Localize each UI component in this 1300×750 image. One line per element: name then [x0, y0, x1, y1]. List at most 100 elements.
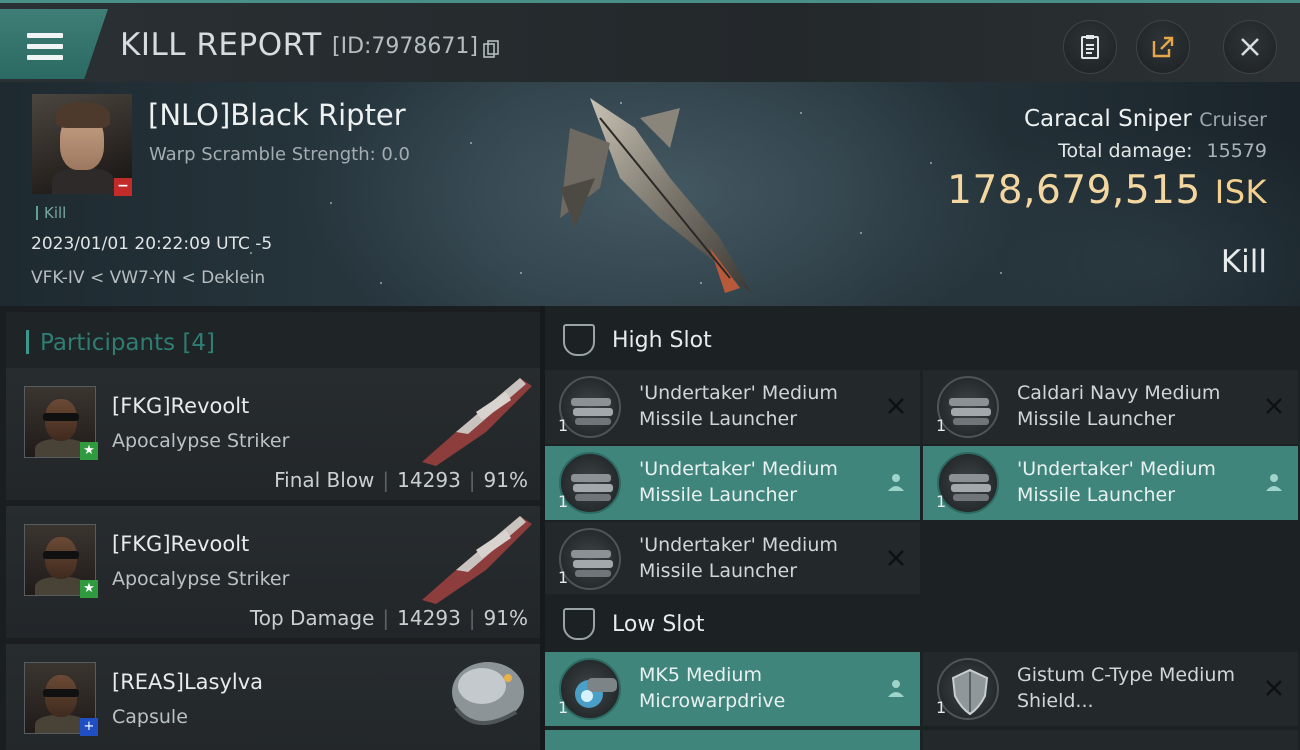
module-name: MK5 Medium Microwarpdrive: [639, 664, 786, 712]
participant-percent: 91%: [483, 468, 528, 492]
isk-value: 178,679,515 ISK: [947, 168, 1267, 213]
module-quantity: 1: [558, 492, 569, 511]
module-name: 'Undertaker' Medium Missile Launcher: [639, 458, 838, 506]
module-item[interactable]: 1 'Undertaker' Medium Missile Launcher: [545, 522, 920, 596]
module-quantity: 1: [558, 568, 569, 587]
participant-row[interactable]: + [REAS]Lasylva Capsule: [6, 644, 540, 750]
participant-role: Top Damage: [249, 606, 375, 630]
missile-launcher-icon: [559, 376, 621, 438]
participant-ship: Capsule: [112, 706, 188, 728]
kill-location[interactable]: VFK-IV < VW7-YN < Deklein: [31, 268, 265, 288]
dropped-person-icon: [888, 474, 904, 491]
total-damage-label: Total damage:: [1058, 140, 1193, 162]
participants-label: Participants: [40, 330, 176, 356]
module-name: 'Undertaker' Medium Missile Launcher: [639, 534, 838, 582]
participant-badge: ★: [80, 442, 98, 460]
total-damage: Total damage: 15579: [1058, 140, 1267, 162]
hamburger-icon: [27, 33, 63, 60]
high-slot-title: High Slot: [612, 328, 712, 353]
share-icon: [1152, 36, 1174, 58]
kill-tag: Kill: [36, 206, 66, 221]
participant-stats: Top Damage | 14293 | 91%: [249, 606, 528, 630]
participant-stats: Final Blow | 14293 | 91%: [274, 468, 528, 492]
missile-launcher-icon: [559, 452, 621, 514]
participant-role: Final Blow: [274, 468, 375, 492]
module-name: Caldari Navy Medium Missile Launcher: [1017, 382, 1221, 430]
participant-damage: 14293: [397, 606, 461, 630]
participant-percent: 91%: [483, 606, 528, 630]
module-quantity: 1: [558, 698, 569, 717]
participant-row[interactable]: ★ [FKG]Revoolt Apocalypse Striker Final …: [6, 368, 540, 502]
low-slot-title: Low Slot: [612, 612, 705, 637]
participant-badge: ★: [80, 580, 98, 598]
close-icon: [1241, 38, 1259, 56]
warp-scramble-strength: Warp Scramble Strength: 0.0: [149, 144, 411, 165]
ship-class: Cruiser: [1199, 109, 1267, 131]
microwarpdrive-icon: [559, 658, 621, 720]
copy-icon[interactable]: [483, 40, 499, 58]
destroyed-icon: [1266, 680, 1282, 696]
clipboard-icon: [1081, 35, 1099, 59]
participant-row[interactable]: ★ [FKG]Revoolt Apocalypse Striker Top Da…: [6, 506, 540, 640]
module-name: Gistum C-Type Medium Shield...: [1017, 664, 1235, 712]
low-slot-icon: [563, 608, 595, 640]
participant-name: [FKG]Revoolt: [112, 532, 250, 556]
capsule-image: [452, 662, 524, 726]
participants-title: Participants [4]: [40, 330, 215, 356]
participant-ship: Apocalypse Striker: [112, 568, 290, 590]
participants-panel: Participants [4] ★ [FKG]Revoolt Apocalyp…: [0, 306, 540, 750]
victim-ship-image: [560, 98, 752, 294]
module-item-partial[interactable]: [923, 730, 1298, 750]
menu-button[interactable]: [0, 9, 108, 79]
share-button[interactable]: [1136, 20, 1190, 74]
kill-datetime: 2023/01/01 20:22:09 UTC -5: [31, 234, 273, 254]
module-name: 'Undertaker' Medium Missile Launcher: [1017, 458, 1216, 506]
clipboard-button[interactable]: [1063, 20, 1117, 74]
participant-ship-image: [422, 516, 532, 604]
module-item[interactable]: 1 'Undertaker' Medium Missile Launcher: [545, 370, 920, 444]
total-damage-value: 15579: [1206, 140, 1267, 162]
close-button[interactable]: [1223, 20, 1277, 74]
victim-ship[interactable]: Caracal Sniper Cruiser: [1024, 106, 1267, 132]
isk-amount: 178,679,515: [947, 168, 1201, 213]
victim-name[interactable]: [NLO]Black Ripter: [148, 98, 406, 132]
participant-badge: +: [80, 718, 98, 736]
report-id: [ID:7978671]: [332, 34, 478, 59]
high-slot-icon: [563, 324, 595, 356]
participant-name: [REAS]Lasylva: [112, 670, 264, 694]
module-quantity: 1: [936, 492, 947, 511]
participant-ship: Apocalypse Striker: [112, 430, 290, 452]
ship-name: Caracal Sniper: [1023, 106, 1192, 132]
participants-count: [4]: [182, 330, 216, 356]
module-item[interactable]: 1 'Undertaker' Medium Missile Launcher: [923, 446, 1298, 520]
outcome-label: Kill: [1220, 244, 1267, 280]
module-item[interactable]: 1 MK5 Medium Microwarpdrive: [545, 652, 920, 726]
module-item[interactable]: 1 Gistum C-Type Medium Shield...: [923, 652, 1298, 726]
participant-damage: 14293: [397, 468, 461, 492]
page-title: KILL REPORT: [120, 27, 322, 63]
standing-badge: −: [114, 178, 132, 196]
dropped-person-icon: [1266, 474, 1282, 491]
module-quantity: 1: [558, 416, 569, 435]
destroyed-icon: [888, 550, 904, 566]
module-name: 'Undertaker' Medium Missile Launcher: [639, 382, 838, 430]
shield-extender-icon: [937, 658, 999, 720]
module-item[interactable]: 1 'Undertaker' Medium Missile Launcher: [545, 446, 920, 520]
participants-header: Participants [4]: [6, 312, 540, 370]
missile-launcher-icon: [937, 376, 999, 438]
destroyed-icon: [1266, 398, 1282, 414]
module-item-partial[interactable]: [545, 730, 920, 750]
participant-ship-image: [422, 378, 532, 466]
module-item[interactable]: 1 Caldari Navy Medium Missile Launcher: [923, 370, 1298, 444]
low-slot-header: Low Slot: [545, 594, 1300, 654]
module-quantity: 1: [936, 698, 947, 717]
dropped-person-icon: [888, 680, 904, 697]
missile-launcher-icon: [937, 452, 999, 514]
title-bar: KILL REPORT [ID:7978671]: [0, 0, 1300, 82]
missile-launcher-icon: [559, 528, 621, 590]
isk-unit: ISK: [1214, 173, 1267, 211]
high-slot-header: High Slot: [545, 310, 1300, 370]
participant-name: [FKG]Revoolt: [112, 394, 250, 418]
destroyed-icon: [888, 398, 904, 414]
fitting-panel: High Slot 1 'Undertaker' Medium Missile …: [545, 306, 1300, 750]
